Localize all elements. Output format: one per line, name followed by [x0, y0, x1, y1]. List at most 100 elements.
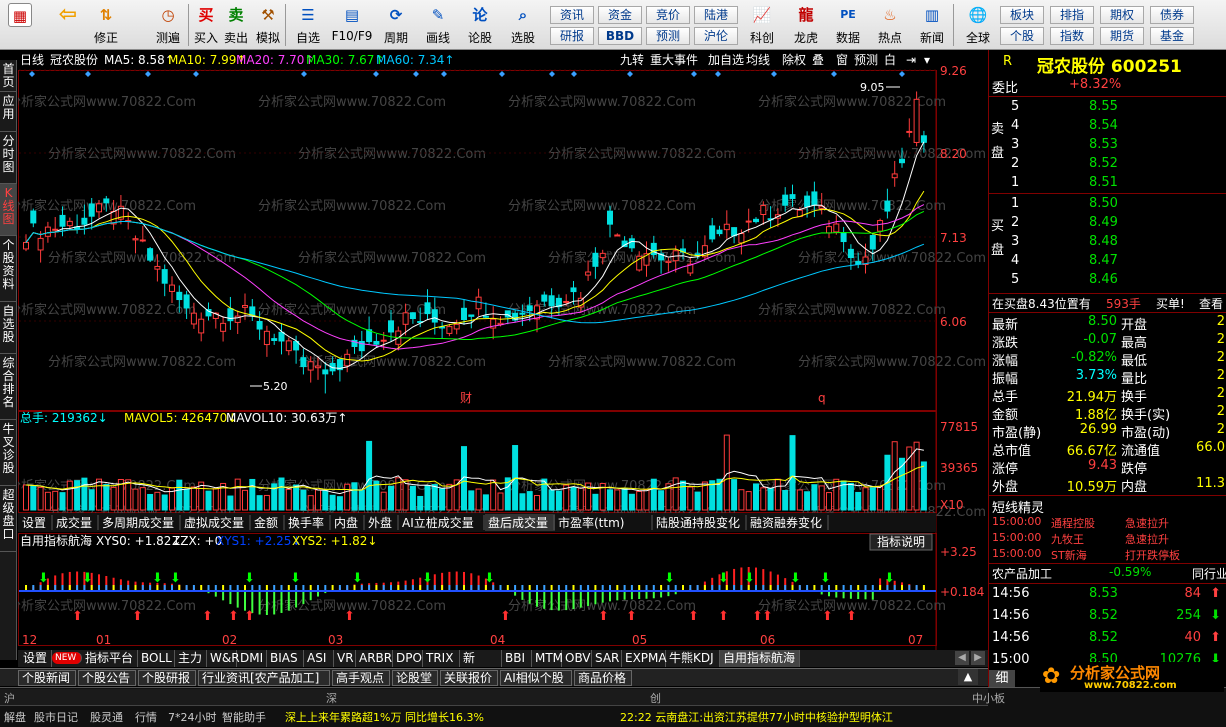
kline-chart[interactable]: 日线 冠农股份 MA5: 8.58↑ MA10: 7.99↑ MA20: 7.7…: [18, 50, 988, 650]
grid-b-6[interactable]: 指数: [1050, 27, 1094, 45]
sell-button[interactable]: 卖卖出: [218, 2, 254, 48]
indicator-tab-18[interactable]: EXPMA: [622, 650, 667, 667]
indicator-tab-7[interactable]: BIAS: [267, 650, 304, 667]
grid-b-1[interactable]: 板块: [1000, 6, 1044, 24]
indicator-tab-4[interactable]: 主力: [175, 650, 207, 667]
volume-subtab-5[interactable]: 换手率: [288, 515, 324, 530]
grid-b-7[interactable]: 期货: [1100, 27, 1144, 45]
indicator-tab-2[interactable]: 指标平台: [82, 650, 138, 667]
market-sz[interactable]: 深: [326, 690, 337, 706]
grid-b-5[interactable]: 个股: [1000, 27, 1044, 45]
status-item-2[interactable]: 股市日记: [34, 709, 78, 725]
bid-row[interactable]: 4 8.47: [989, 253, 1226, 271]
chart-tool-5[interactable]: 叠: [812, 53, 824, 67]
volume-subtab-0[interactable]: 设置: [22, 516, 46, 530]
grid-a-4[interactable]: 陆港: [694, 6, 738, 24]
data-button[interactable]: PE 数据: [830, 2, 866, 48]
ask-row[interactable]: 4 8.54: [989, 118, 1226, 136]
sector-row[interactable]: 农产品加工 -0.59% 同行业: [989, 565, 1226, 583]
nav-profile[interactable]: 个股资料: [0, 236, 17, 302]
grid-a-3[interactable]: 竞价: [646, 6, 690, 24]
dragon-tiger-button[interactable]: 龍龙虎: [788, 2, 824, 48]
indicator-tab-10[interactable]: ARBR: [356, 650, 393, 667]
volume-subtab-3[interactable]: 虚拟成交量: [184, 515, 244, 530]
grid-b-3[interactable]: 期权: [1100, 6, 1144, 24]
indicator-tab-9[interactable]: VR: [334, 650, 356, 667]
sector-link[interactable]: 同行业: [1192, 565, 1226, 582]
big-order-view[interactable]: 查看: [1199, 295, 1223, 312]
forum-button[interactable]: 论论股: [462, 2, 498, 48]
tabs-next-button[interactable]: ▶: [971, 651, 985, 665]
chart-tool-2[interactable]: 加自选: [708, 53, 744, 67]
volume-subtab-11[interactable]: 陆股通持股变化: [656, 515, 740, 530]
status-item-1[interactable]: 解盘: [4, 709, 26, 725]
volume-subtab-10[interactable]: 市盈率(ttm): [558, 515, 624, 530]
big-order-row[interactable]: 在买盘8.43位置有 593手 买单! 查看: [989, 295, 1226, 313]
stock-picker-button[interactable]: ⌕ 选股: [505, 2, 541, 48]
volume-subtab-8[interactable]: AI立桩成交量: [402, 515, 474, 530]
indicator-tab-5[interactable]: W&R: [207, 650, 240, 667]
status-item-5[interactable]: 7*24小时: [168, 709, 217, 725]
news-tab-0[interactable]: 个股新闻: [18, 670, 76, 686]
news-tab-3[interactable]: 行业资讯[农产品加工]: [198, 670, 330, 686]
chart-tool-1[interactable]: 重大事件: [650, 53, 698, 67]
status-item-4[interactable]: 行情: [135, 709, 157, 725]
nav-ranking[interactable]: 综合排名: [0, 354, 17, 420]
grid-b-4[interactable]: 债券: [1150, 6, 1194, 24]
bid-row[interactable]: 3 8.48: [989, 234, 1226, 252]
volume-subtab-4[interactable]: 金额: [254, 515, 278, 530]
indicator-tab-11[interactable]: DPO: [393, 650, 423, 667]
market-sme[interactable]: 中小板: [972, 690, 1005, 706]
correct-button[interactable]: ⇅ 修正: [88, 2, 124, 48]
market-sh[interactable]: 沪: [4, 690, 15, 706]
chart-tool-7[interactable]: 预测: [854, 53, 878, 67]
volume-subtab-1[interactable]: 成交量: [56, 515, 92, 530]
period-button[interactable]: ⟳ 周期: [378, 2, 414, 48]
news-tab-6[interactable]: 关联报价: [440, 670, 498, 686]
ask-row[interactable]: 1 8.51: [989, 175, 1226, 193]
ask-row[interactable]: 2 8.52: [989, 156, 1226, 174]
nav-diagnosis[interactable]: 牛叉诊股: [0, 420, 17, 486]
bid-row[interactable]: 1 8.50: [989, 196, 1226, 214]
market-cy[interactable]: 创: [650, 690, 661, 706]
chart-tool-pin-icon[interactable]: ⇥: [906, 53, 916, 67]
volume-subtab-7[interactable]: 外盘: [368, 515, 392, 530]
back-button[interactable]: ⇦: [50, 2, 86, 48]
indicator-tab-1[interactable]: NEW: [52, 652, 82, 664]
draw-line-button[interactable]: ✎ 画线: [420, 2, 456, 48]
nav-home[interactable]: 首页: [0, 60, 17, 92]
nav-timeshare[interactable]: 分时图: [0, 132, 17, 184]
f10-button[interactable]: ▤ F10/F9: [330, 2, 374, 48]
hotspot-button[interactable]: ♨ 热点: [872, 2, 908, 48]
grid-button[interactable]: ▦: [2, 2, 38, 48]
grid-a-1[interactable]: 资讯: [550, 6, 594, 24]
news-tab-5[interactable]: 论股堂: [392, 670, 438, 686]
volume-subtab-12[interactable]: 融资融券变化: [750, 515, 822, 530]
nav-apps[interactable]: 应用: [0, 92, 17, 132]
simulate-button[interactable]: ⚒ 模拟: [250, 2, 286, 48]
indicator-tab-6[interactable]: DMI: [237, 650, 267, 667]
indicator-tab-17[interactable]: SAR: [592, 650, 622, 667]
grid-a-8[interactable]: 沪伦: [694, 27, 738, 45]
grid-a-7[interactable]: 预测: [646, 27, 690, 45]
global-button[interactable]: 🌐 全球: [960, 2, 996, 48]
indicator-tab-0[interactable]: 设置: [20, 650, 52, 667]
status-item-6[interactable]: 智能助手: [222, 709, 266, 725]
chart-tool-4[interactable]: 除权: [782, 52, 806, 67]
indicator-tab-20[interactable]: 自用指标航海: [720, 650, 800, 667]
indicator-tab-15[interactable]: MTM: [532, 650, 563, 667]
grid-a-2[interactable]: 资金: [598, 6, 642, 24]
news-tab-8[interactable]: 商品价格: [574, 670, 632, 686]
indicator-tab-13[interactable]: 新DMA: [460, 650, 502, 681]
test-button[interactable]: ◷ 测遍: [150, 2, 186, 48]
indicator-tab-3[interactable]: BOLL: [138, 650, 175, 667]
chart-tool-8[interactable]: 白: [884, 52, 896, 67]
chart-tool-dropdown-icon[interactable]: ▾: [924, 53, 930, 67]
tick-tab[interactable]: 细: [989, 670, 1015, 688]
volume-subtab-9[interactable]: 盘后成交量: [488, 515, 548, 530]
expand-up-icon[interactable]: ▲: [958, 669, 978, 685]
grid-b-2[interactable]: 排指: [1050, 6, 1094, 24]
watchlist-button[interactable]: ☰ 自选: [290, 2, 326, 48]
news-button[interactable]: ▥ 新闻: [914, 2, 950, 48]
indicator-tab-8[interactable]: ASI: [304, 650, 334, 667]
